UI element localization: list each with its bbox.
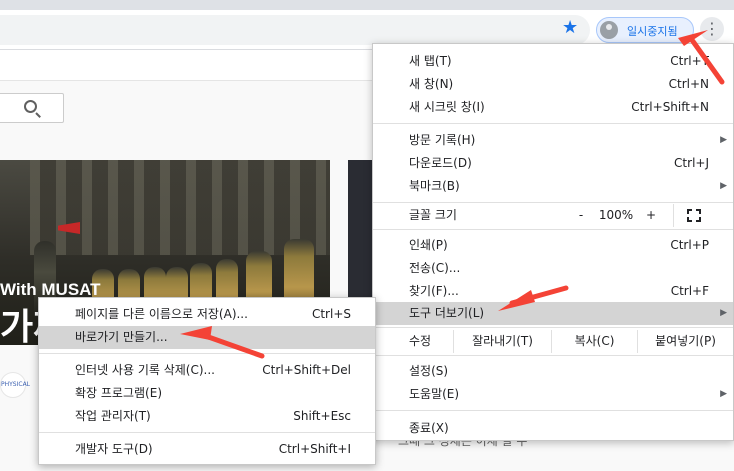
menu-zoom-row: 글꼴 크기 - 100% + — [373, 204, 733, 227]
chevron-right-icon: ▶ — [720, 389, 727, 399]
menu-divider — [373, 410, 733, 411]
menu-item-more-tools[interactable]: 도구 더보기(L) ▶ — [373, 302, 733, 325]
zoom-in-button[interactable]: + — [641, 204, 661, 227]
submenu-item-create-shortcut[interactable]: 바로가기 만들기... — [39, 326, 375, 349]
menu-divider — [39, 353, 375, 354]
menu-item-find[interactable]: 찾기(F)... Ctrl+F — [373, 280, 733, 303]
menu-item-exit[interactable]: 종료(X) — [373, 417, 733, 440]
profile-label: 일시중지됨 — [627, 25, 678, 38]
submenu-item-task-manager[interactable]: 작업 관리자(T) Shift+Esc — [39, 405, 375, 428]
search-button[interactable] — [0, 93, 64, 123]
menu-item-settings[interactable]: 설정(S) — [373, 360, 733, 383]
menu-edit-row: 수정 잘라내기(T) 복사(C) 붙여넣기(P) — [373, 330, 733, 353]
submenu-item-extensions[interactable]: 확장 프로그램(E) — [39, 382, 375, 405]
chrome-main-menu: 새 탭(T) Ctrl+T 새 창(N) Ctrl+N 새 시크릿 창(I) C… — [372, 43, 734, 441]
channel-avatar[interactable]: PHYSICAL — [0, 372, 30, 398]
menu-item-help[interactable]: 도움말(E) ▶ — [373, 383, 733, 406]
menu-item-new-tab[interactable]: 새 탭(T) Ctrl+T — [373, 50, 733, 73]
avatar-icon — [600, 21, 618, 39]
fullscreen-icon[interactable] — [687, 209, 701, 222]
menu-item-downloads[interactable]: 다운로드(D) Ctrl+J — [373, 152, 733, 175]
star-icon[interactable]: ★ — [562, 19, 578, 37]
zoom-divider — [673, 204, 674, 227]
chevron-right-icon: ▶ — [720, 181, 727, 191]
submenu-item-clear-browsing-data[interactable]: 인터넷 사용 기록 삭제(C)... Ctrl+Shift+Del — [39, 359, 375, 382]
address-bar[interactable] — [0, 15, 590, 45]
menu-divider — [373, 202, 733, 203]
paste-button[interactable]: 붙여넣기(P) — [637, 330, 733, 353]
channel-logo-text: PHYSICAL — [1, 381, 31, 388]
zoom-out-button[interactable]: - — [569, 204, 593, 227]
menu-item-incognito[interactable]: 새 시크릿 창(I) Ctrl+Shift+N — [373, 96, 733, 119]
menu-item-print[interactable]: 인쇄(P) Ctrl+P — [373, 234, 733, 257]
menu-item-cast[interactable]: 전송(C)... — [373, 257, 733, 280]
search-icon — [24, 100, 37, 113]
chevron-right-icon: ▶ — [720, 308, 727, 318]
menu-divider — [373, 123, 733, 124]
copy-button[interactable]: 복사(C) — [551, 330, 637, 353]
chevron-right-icon: ▶ — [720, 135, 727, 145]
menu-divider — [373, 355, 733, 356]
menu-divider — [373, 327, 733, 328]
menu-divider — [373, 229, 733, 230]
cut-button[interactable]: 잘라내기(T) — [453, 330, 551, 353]
menu-divider — [39, 432, 375, 433]
zoom-level: 100% — [598, 208, 634, 222]
menu-item-history[interactable]: 방문 기록(H) ▶ — [373, 129, 733, 152]
thumbnail-wall — [30, 160, 330, 255]
kebab-menu-icon[interactable]: ⋮ — [700, 17, 724, 41]
menu-item-new-window[interactable]: 새 창(N) Ctrl+N — [373, 73, 733, 96]
profile-button[interactable]: 일시중지됨 — [596, 17, 694, 43]
submenu-item-save-page[interactable]: 페이지를 다른 이름으로 저장(A)... Ctrl+S — [39, 303, 375, 326]
submenu-item-dev-tools[interactable]: 개발자 도구(D) Ctrl+Shift+I — [39, 438, 375, 461]
menu-item-bookmarks[interactable]: 북마크(B) ▶ — [373, 175, 733, 198]
tab-strip — [0, 0, 734, 10]
more-tools-submenu: 페이지를 다른 이름으로 저장(A)... Ctrl+S 바로가기 만들기...… — [38, 297, 376, 465]
